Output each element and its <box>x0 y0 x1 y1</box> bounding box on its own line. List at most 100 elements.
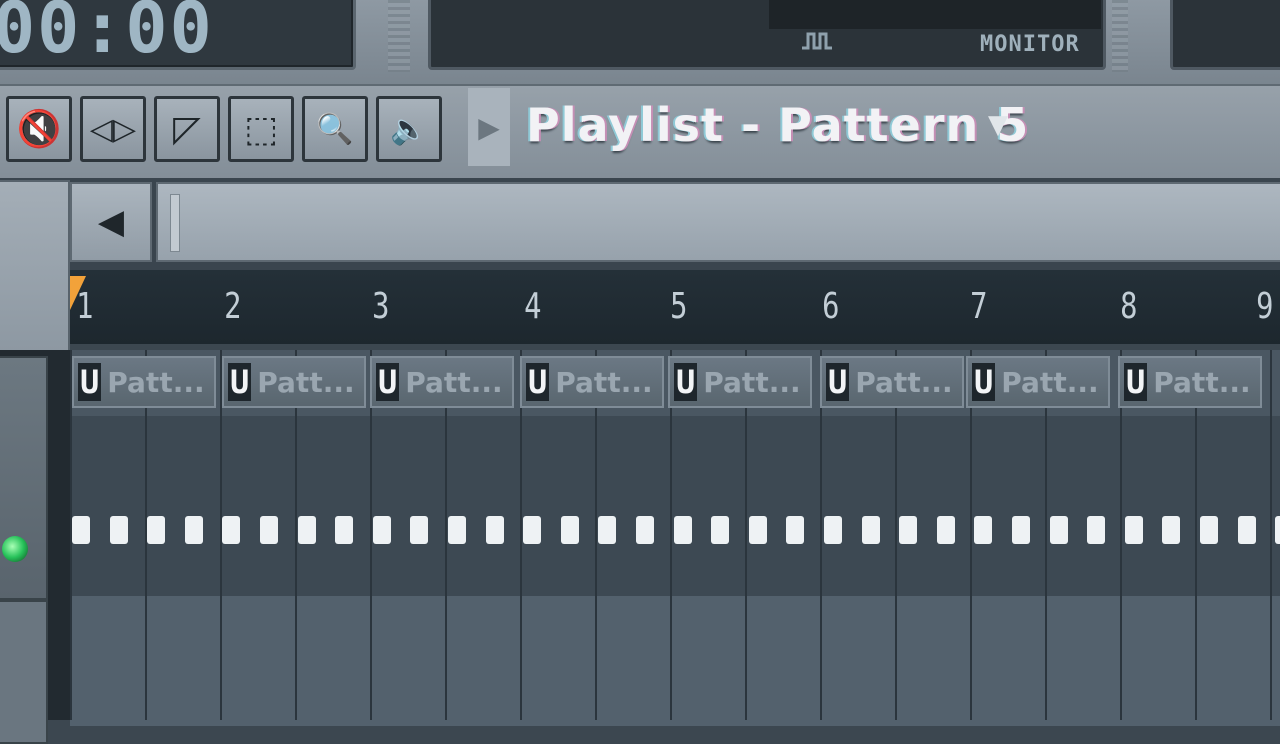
pattern-clip-label: Patt... <box>703 365 801 399</box>
note-step[interactable] <box>560 516 579 544</box>
note-step[interactable] <box>598 516 617 544</box>
note-step[interactable] <box>936 516 955 544</box>
bar-number: 7 <box>970 286 988 327</box>
note-step[interactable] <box>297 516 316 544</box>
note-step[interactable] <box>260 516 278 544</box>
note-step[interactable] <box>824 516 842 544</box>
note-step[interactable] <box>1087 516 1106 544</box>
note-step[interactable] <box>448 516 466 544</box>
bar-number: 6 <box>822 286 840 327</box>
side-display-panel <box>1170 0 1280 70</box>
pattern-clip[interactable]: U Patt... <box>1118 356 1262 408</box>
note-step[interactable] <box>1049 516 1068 544</box>
note-step[interactable] <box>1124 516 1143 544</box>
bar-number: 3 <box>372 286 390 327</box>
pattern-clip-label: Patt... <box>555 365 653 399</box>
monitor-label: MONITOR <box>980 32 1080 57</box>
note-step[interactable] <box>711 516 730 544</box>
playlist-menu-arrow-button[interactable]: ▶ <box>468 88 510 166</box>
bar-number: 9 <box>1256 286 1274 327</box>
note-step[interactable] <box>974 516 993 544</box>
note-step[interactable] <box>899 516 918 544</box>
note-step[interactable] <box>410 516 429 544</box>
chevron-down-icon[interactable]: ▼ <box>988 110 1008 140</box>
track-header-panel <box>0 180 70 354</box>
track-header[interactable] <box>0 356 48 600</box>
pattern-clip-icon: U <box>674 363 698 401</box>
slip-tool-button[interactable]: ◁▷ <box>80 96 146 162</box>
pattern-clip[interactable]: U Patt... <box>668 356 812 408</box>
select-tool-button[interactable]: ⬚ <box>228 96 294 162</box>
pattern-clip-icon: U <box>78 363 102 401</box>
pattern-clip-label: Patt... <box>405 365 503 399</box>
note-step[interactable] <box>861 516 880 544</box>
scroll-left-button[interactable]: ◀ <box>70 182 152 262</box>
pattern-clip-label: Patt... <box>1001 365 1099 399</box>
pattern-clip[interactable]: U Patt... <box>966 356 1110 408</box>
pattern-clip-label: Patt... <box>257 365 355 399</box>
pattern-clip[interactable]: U Patt... <box>370 356 514 408</box>
bar-number: 2 <box>224 286 242 327</box>
mute-tool-button[interactable]: 🔇 <box>6 96 72 162</box>
playhead-marker[interactable] <box>70 276 102 310</box>
bar-number: 8 <box>1120 286 1138 327</box>
panel-grip-handle[interactable] <box>388 0 410 72</box>
timeline-ruler[interactable]: 1 2 3 4 5 6 7 8 9 <box>70 270 1280 344</box>
track-lane[interactable] <box>70 596 1280 726</box>
horizontal-scrollbar[interactable] <box>156 182 1280 262</box>
bar-number: 5 <box>670 286 688 327</box>
scrollbar-thumb[interactable] <box>170 194 180 252</box>
note-step[interactable] <box>748 516 767 544</box>
note-step[interactable] <box>184 516 203 544</box>
grid-beat-line <box>1270 350 1272 720</box>
pattern-clip[interactable]: U Patt... <box>520 356 664 408</box>
note-step[interactable] <box>147 516 166 544</box>
track-lane[interactable] <box>70 416 1280 596</box>
pattern-clip[interactable]: U Patt... <box>222 356 366 408</box>
slip-arrows-icon: ◁▷ <box>89 111 137 147</box>
note-step[interactable] <box>485 516 504 544</box>
arrow-left-icon: ◀ <box>97 202 125 242</box>
note-step[interactable] <box>673 516 692 544</box>
song-time: 00:00 <box>0 0 214 69</box>
note-step[interactable] <box>636 516 654 544</box>
waveform-icon <box>800 28 860 63</box>
note-step[interactable] <box>1237 516 1256 544</box>
note-step[interactable] <box>222 516 241 544</box>
speaker-icon: 🔈 <box>390 111 428 147</box>
track-header[interactable] <box>0 600 48 744</box>
pattern-clip[interactable]: U Patt... <box>820 356 964 408</box>
note-step[interactable] <box>523 516 542 544</box>
slice-icon: ◸ <box>173 108 201 150</box>
note-step[interactable] <box>372 516 391 544</box>
slice-tool-button[interactable]: ◸ <box>154 96 220 162</box>
note-step[interactable] <box>1012 516 1030 544</box>
time-display-panel: 00:00 <box>0 0 356 70</box>
select-icon: ⬚ <box>243 108 278 150</box>
panel-grip-handle[interactable] <box>1112 0 1128 72</box>
playlist-grid[interactable]: U Patt... U Patt... U Patt... U Patt... U Patt...… <box>70 350 1280 726</box>
note-step[interactable] <box>1162 516 1181 544</box>
zoom-icon: 🔍 <box>316 111 354 147</box>
monitor-display <box>769 0 1101 29</box>
play-arrow-icon: ▶ <box>478 110 500 144</box>
pattern-clip-icon: U <box>972 363 996 401</box>
zoom-tool-button[interactable]: 🔍 <box>302 96 368 162</box>
note-step[interactable] <box>1200 516 1218 544</box>
pattern-clip-icon: U <box>526 363 550 401</box>
pattern-clip-icon: U <box>376 363 400 401</box>
pattern-clip-icon: U <box>826 363 850 401</box>
note-step[interactable] <box>335 516 354 544</box>
pattern-clip[interactable]: U Patt... <box>72 356 216 408</box>
note-step[interactable] <box>109 516 128 544</box>
note-step[interactable] <box>786 516 805 544</box>
bar-number: 4 <box>524 286 542 327</box>
note-step[interactable] <box>72 516 90 544</box>
pattern-clip-icon: U <box>1124 363 1148 401</box>
note-step[interactable] <box>1275 516 1280 544</box>
playback-tool-button[interactable]: 🔈 <box>376 96 442 162</box>
playlist-title[interactable]: Playlist - Pattern 5 <box>526 98 1029 152</box>
pattern-clip-label: Patt... <box>107 365 205 399</box>
track-mute-led[interactable] <box>2 536 28 562</box>
mute-speaker-icon: 🔇 <box>16 109 62 150</box>
